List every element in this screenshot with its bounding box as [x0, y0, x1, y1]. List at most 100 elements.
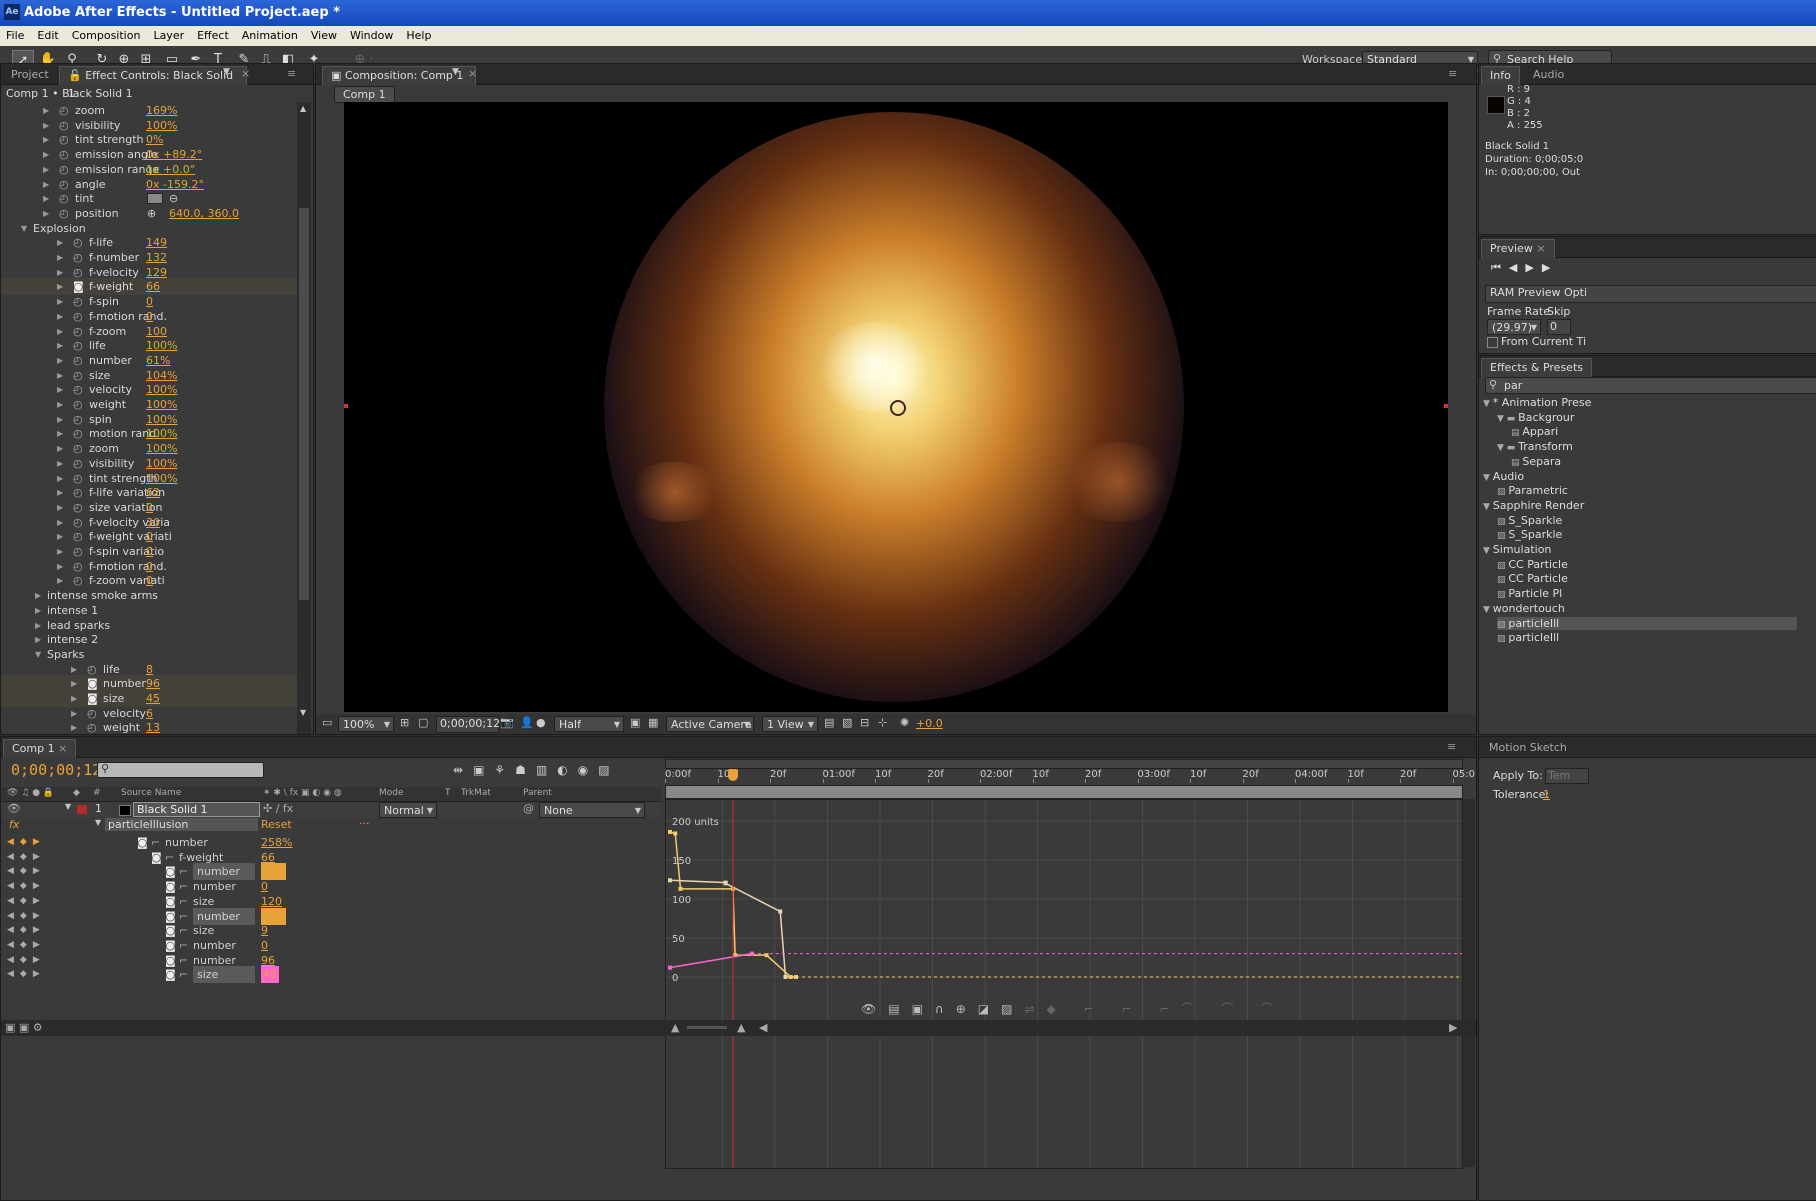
composition-viewer[interactable] — [344, 102, 1448, 712]
view-layout-dropdown[interactable]: 1 View — [762, 716, 818, 733]
snap-icon[interactable]: ∩ — [935, 1002, 956, 1016]
flowchart-icon[interactable]: ⊹ — [878, 716, 887, 729]
effect-options-link[interactable]: ... — [359, 814, 370, 827]
comp-mini-flowchart-icon[interactable]: ⇹ — [453, 763, 473, 777]
prev-frame-icon[interactable]: ◀ — [1509, 261, 1525, 274]
close-icon[interactable]: × — [468, 67, 477, 80]
effects-tree-item[interactable]: ▼ Sapphire Render — [1483, 499, 1584, 512]
first-frame-icon[interactable]: ⏮ — [1491, 261, 1509, 274]
timeline-property-value[interactable]: 45 — [261, 966, 279, 984]
effects-tree-item[interactable]: ▧ particleIll — [1497, 616, 1797, 630]
effect-reset-link[interactable]: Reset — [261, 818, 292, 831]
effects-tree-item[interactable]: ▼ * Animation Prese — [1483, 396, 1591, 409]
blend-mode-dropdown[interactable]: Normal — [379, 802, 437, 819]
scrollbar[interactable]: ▲ ▼ — [297, 102, 311, 734]
scroll-up-icon[interactable]: ▲ — [300, 104, 306, 113]
graph-editor-canvas[interactable]: 200 units 150 100 50 0 — [666, 800, 1462, 1168]
fit-all-icon[interactable]: ◪ — [978, 1002, 1001, 1016]
transparency-grid-icon[interactable]: ▦ — [648, 716, 658, 729]
timeline-current-time[interactable]: 0;00;00;12 — [11, 761, 101, 779]
layer-row[interactable]: 👁 ▼ 1 Black Solid 1 ✣ ∕ fx Normal @ None — [1, 802, 661, 819]
effects-search-field[interactable]: ⚲ par — [1485, 377, 1816, 394]
tolerance-value[interactable]: 1 — [1543, 788, 1550, 801]
graph-scrollbar[interactable] — [1463, 799, 1475, 1167]
skip-field[interactable]: 0 — [1547, 319, 1571, 335]
comp-tab-menu-icon[interactable]: ▼ — [452, 67, 459, 77]
effects-tree-item[interactable]: ▧ CC Particle — [1497, 558, 1568, 571]
menu-help[interactable]: Help — [400, 26, 438, 42]
effects-tree-item[interactable]: ▧ particleIll — [1497, 631, 1559, 644]
separate-dimensions-icon[interactable]: ⇌ — [1024, 1002, 1046, 1016]
stopwatch-icon[interactable]: ◴ — [87, 719, 97, 734]
timeline-search-field[interactable]: ⚲ — [97, 762, 264, 778]
close-icon[interactable]: × — [1536, 242, 1545, 255]
close-icon[interactable]: × — [58, 742, 67, 755]
layer-name[interactable]: Black Solid 1 — [133, 802, 260, 817]
channels-icon[interactable]: ● — [536, 716, 546, 729]
tab-motion-sketch[interactable]: Motion Sketch — [1481, 739, 1575, 757]
effect-property-value[interactable]: 13 — [146, 719, 160, 734]
scrollbar-thumb[interactable] — [299, 208, 309, 600]
mode-header[interactable]: Mode — [379, 788, 404, 798]
grid-icon[interactable]: ⊞ — [400, 716, 409, 729]
effects-tree-item[interactable]: ▼ Audio — [1483, 470, 1524, 483]
effect-property-row[interactable]: ▶ ◴ weight 13 — [1, 719, 297, 734]
tab-info[interactable]: Info — [1481, 66, 1520, 85]
time-navigator[interactable] — [665, 785, 1463, 799]
easy-ease-icons[interactable]: ⌒ ⌒ ⌒ — [1181, 1002, 1285, 1016]
timeline-icon[interactable]: ⊟ — [860, 716, 869, 729]
tab-audio[interactable]: Audio — [1525, 66, 1572, 84]
graph-toggle-icon[interactable]: ⌐ — [179, 966, 188, 983]
hide-shy-icon[interactable]: ☗ — [515, 763, 536, 777]
effects-tree-item[interactable]: ▼ Simulation — [1483, 543, 1551, 556]
menu-effect[interactable]: Effect — [191, 26, 236, 42]
magnification-dropdown[interactable]: 100% — [338, 716, 394, 733]
menu-view[interactable]: View — [305, 26, 344, 42]
keyframe-interp-icons[interactable]: ◆ ⌐ ⌐ ⌐ — [1047, 1002, 1182, 1016]
tab-effects-presets[interactable]: Effects & Presets — [1481, 358, 1592, 377]
close-icon[interactable]: × — [241, 67, 250, 80]
parent-dropdown[interactable]: None — [539, 802, 645, 819]
expand-icon[interactable]: ▶ — [71, 719, 79, 734]
edit-value-icon[interactable]: ▨ — [1001, 1002, 1024, 1016]
effects-tree-item[interactable]: ▧ S_Sparkle — [1497, 514, 1562, 527]
t-header[interactable]: T — [445, 788, 451, 798]
effects-tree-item[interactable]: ▼ ▬ Backgrour — [1497, 411, 1574, 424]
effect-name[interactable]: particleIllusion — [105, 818, 258, 831]
menu-file[interactable]: File — [0, 26, 31, 42]
exposure-icon[interactable]: ✺ — [900, 716, 909, 729]
frame-blending-icon[interactable]: ▥ — [536, 763, 557, 777]
effects-tree-item[interactable]: ▧ S_Sparkle — [1497, 528, 1562, 541]
mask-visibility-icon[interactable]: ▢ — [418, 716, 428, 729]
scroll-left-icon[interactable]: ◀ — [759, 1021, 767, 1034]
effects-tree-item[interactable]: ▤ Separa — [1511, 455, 1561, 468]
exposure-value[interactable]: +0.0 — [916, 717, 943, 730]
trkmat-header[interactable]: TrkMat — [461, 788, 491, 798]
motion-blur-icon[interactable]: ◐ — [557, 763, 577, 777]
zoom-in-icon[interactable]: ▲ — [737, 1021, 745, 1034]
next-frame-icon[interactable]: ▶ — [1542, 261, 1558, 274]
snapshot-icon[interactable]: 📷 — [500, 716, 514, 729]
show-snapshot-icon[interactable]: 👤 — [520, 716, 534, 729]
effects-tree-item[interactable]: ▧ CC Particle — [1497, 572, 1568, 585]
menu-edit[interactable]: Edit — [31, 26, 65, 42]
pickwhip-icon[interactable]: @ — [523, 802, 534, 815]
scroll-right-icon[interactable]: ▶ — [1449, 1021, 1457, 1034]
effects-tree-item[interactable]: ▧ Particle Pl — [1497, 587, 1562, 600]
resolution-dropdown[interactable]: Half — [554, 716, 624, 733]
layer-label-color[interactable] — [77, 805, 87, 814]
tab-effect-controls[interactable]: 🔓 Effect Controls: Black Solid 1 — [59, 66, 247, 100]
panel-menu-icon[interactable]: ≡ — [1448, 67, 1457, 80]
graph-editor-icon[interactable]: ▨ — [598, 763, 619, 777]
menu-window[interactable]: Window — [344, 26, 400, 42]
source-name-header[interactable]: Source Name — [121, 788, 181, 798]
show-transform-box-icon[interactable]: ▣ — [912, 1002, 935, 1016]
time-ruler[interactable]: 0:00f 10f 20f 01:00f 10f 20f 02:00f 10f 20f 03:00… — [665, 767, 1475, 783]
panel-menu-icon[interactable]: ≡ — [1447, 740, 1456, 753]
menu-animation[interactable]: Animation — [236, 26, 305, 42]
comp-breadcrumb[interactable]: Comp 1 — [334, 86, 395, 103]
anchor-point-icon[interactable] — [890, 400, 906, 416]
effects-tree-item[interactable]: ▤ Appari — [1511, 425, 1558, 438]
brainstorm-icon[interactable]: ◉ — [578, 763, 598, 777]
panel-menu-icon[interactable]: ≡ — [287, 67, 296, 80]
